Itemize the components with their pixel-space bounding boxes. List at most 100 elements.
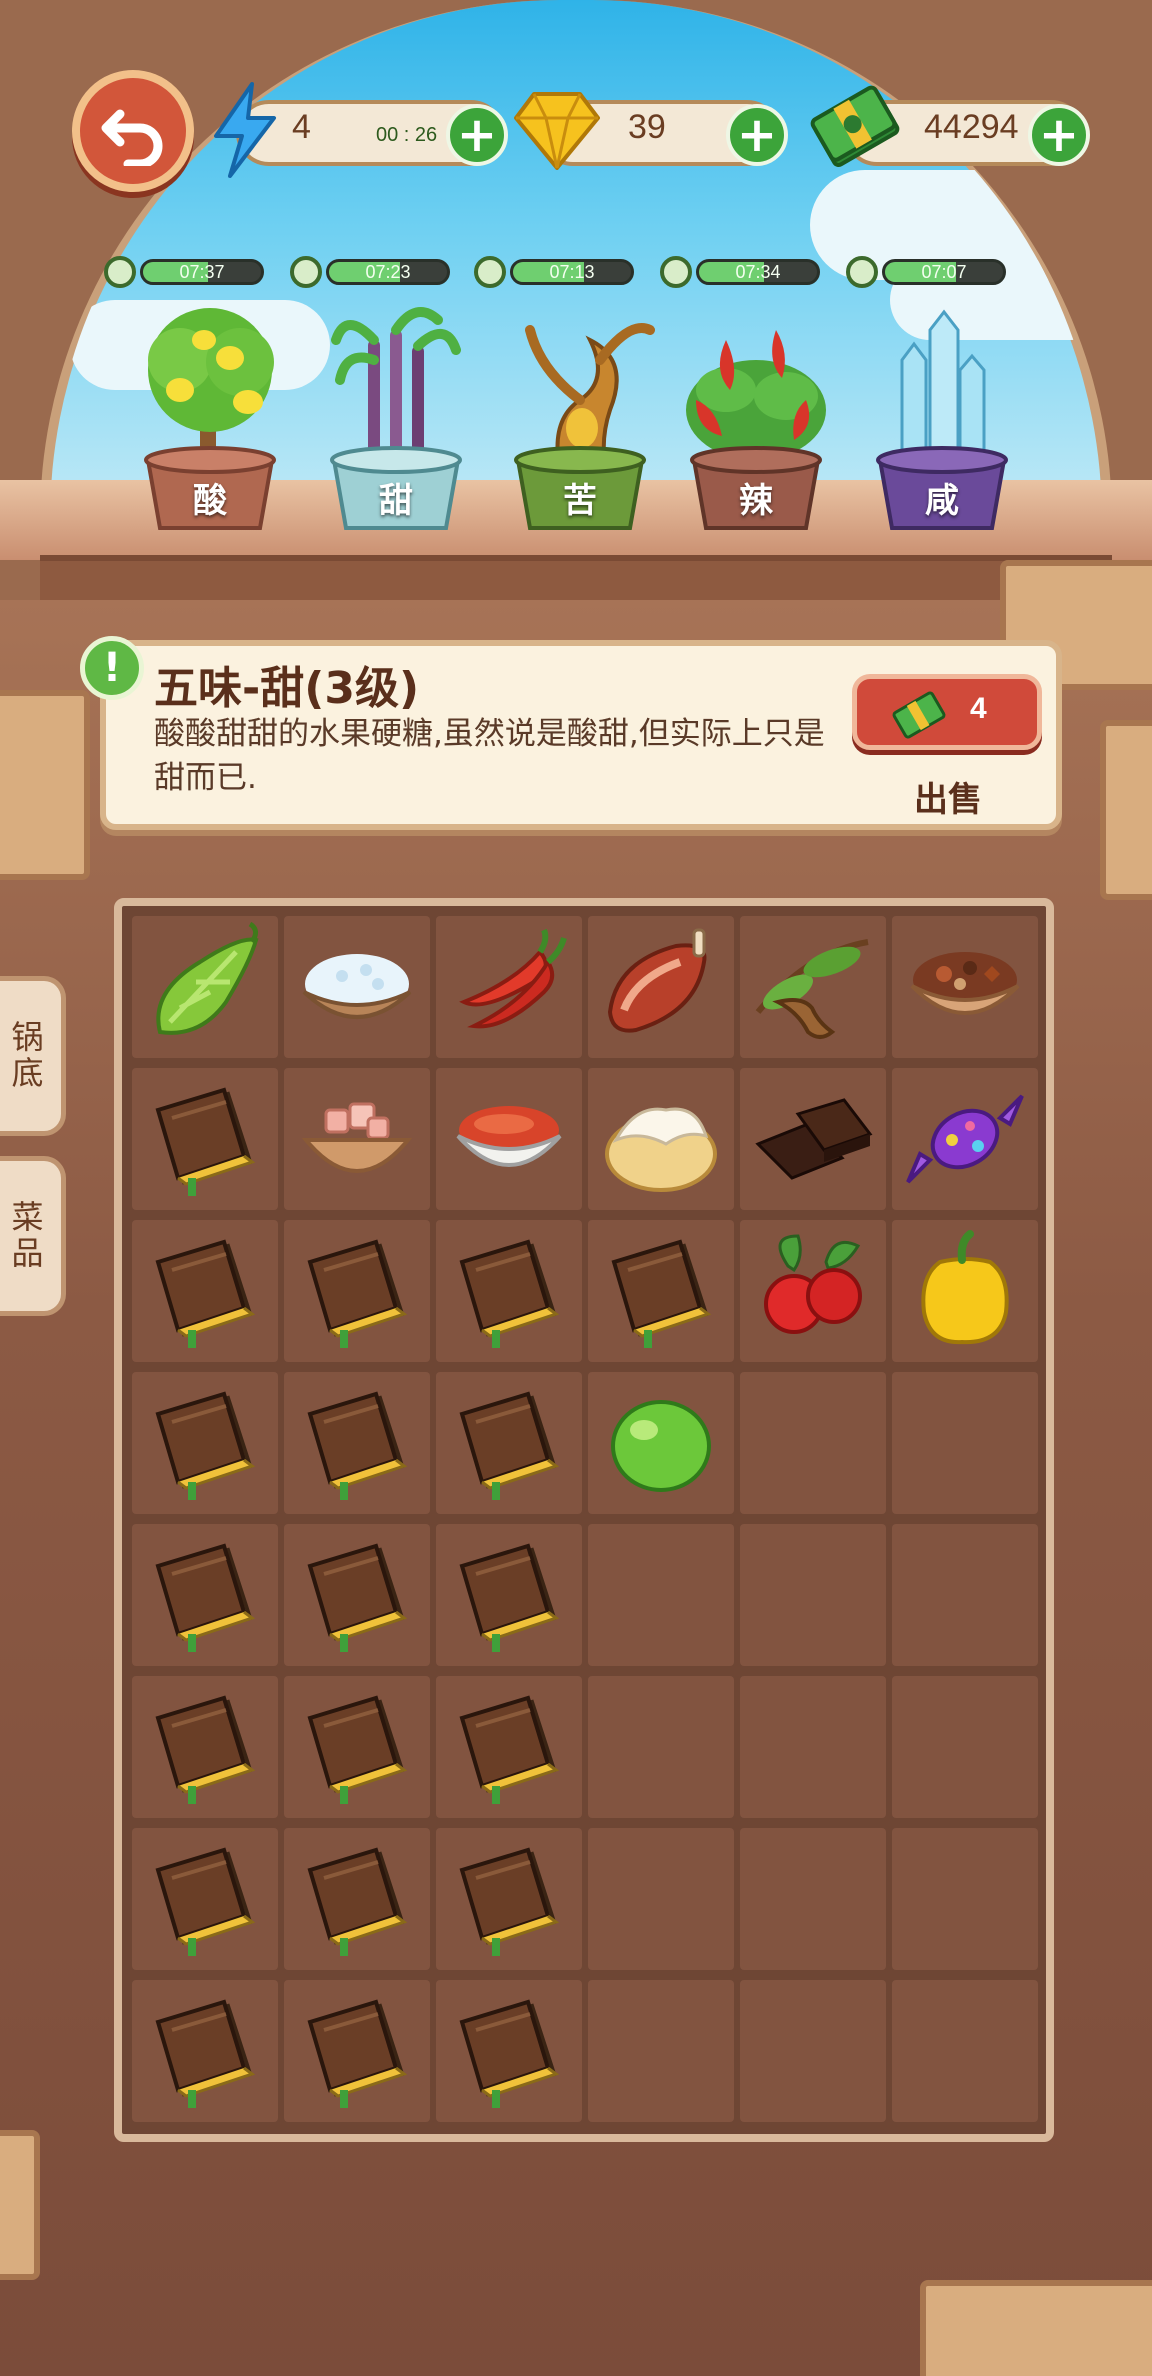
recipe-book-icon [155,1543,256,1652]
add-energy-button[interactable]: + [446,104,508,166]
candy-icon [906,1094,1024,1184]
plant-spicy[interactable]: 辣 [666,300,846,540]
crate [0,2130,40,2280]
inventory-slot[interactable] [284,1372,430,1514]
recipe-book-icon [459,1847,560,1956]
sell-button[interactable] [852,674,1042,750]
plant-sour[interactable]: 酸 [120,300,300,540]
lightning-icon [214,82,276,178]
hawthorn-icon [764,1234,862,1334]
timer-text: 07:23 [365,262,411,282]
inventory-slot[interactable] [740,1676,886,1818]
recipe-book-icon [155,1087,256,1196]
plant-bitter[interactable]: 苦 [490,300,670,540]
inventory-slot[interactable] [436,1372,582,1514]
recipe-book-icon [155,1999,256,2108]
inventory-slot[interactable] [284,1980,430,2122]
inventory-slot[interactable] [436,1220,582,1362]
plant-sweet[interactable]: 甜 [306,300,486,540]
pot-label: 苦 [563,481,597,521]
inventory-slot[interactable] [588,1980,734,2122]
recipe-book-icon [307,1391,408,1500]
inventory-slot[interactable] [436,1524,582,1666]
inventory-slot[interactable] [132,1980,278,2122]
inventory-slot[interactable] [436,1828,582,1970]
clock-icon [660,256,692,288]
clock-icon [104,256,136,288]
inventory-slot[interactable] [132,1828,278,1970]
pot-label: 酸 [193,481,227,521]
inventory-slot[interactable] [588,1220,734,1362]
bitter-melon-icon [156,922,259,1035]
tamarind-icon [755,939,869,1039]
item-description: 酸酸甜甜的水果硬糖,虽然说是酸甜,但实际上只是甜而已. [154,716,825,796]
inventory-slot[interactable] [740,1980,886,2122]
inventory-slot[interactable] [588,1524,734,1666]
inventory-slot[interactable] [284,916,430,1058]
inventory-slot[interactable] [436,1980,582,2122]
ham-icon [607,928,707,1033]
gem-icon [514,92,600,170]
energy-timer: 00 : 26 [376,124,438,146]
chili-powder-icon [456,1106,562,1167]
energy-value: 4 [292,108,311,146]
inventory-slot[interactable] [436,1068,582,1210]
recipe-book-icon [459,1543,560,1652]
back-button[interactable] [72,70,194,192]
inventory-slot[interactable] [436,916,582,1058]
inventory-slot[interactable] [892,1524,1038,1666]
inventory-slot[interactable] [132,1220,278,1362]
cream-puff-icon [605,1107,717,1192]
inventory-slot[interactable] [284,1220,430,1362]
inventory-slot[interactable] [740,1220,886,1362]
clock-icon [290,256,322,288]
inventory-slot[interactable] [740,1068,886,1210]
recipe-book-icon [307,1543,408,1652]
inventory-slot[interactable] [588,1372,734,1514]
inventory-slot[interactable] [284,1068,430,1210]
recipe-book-icon [155,1695,256,1804]
add-gems-button[interactable]: + [726,104,788,166]
pot-label: 辣 [739,481,773,521]
inventory-slot[interactable] [588,1068,734,1210]
inventory-slot[interactable] [740,916,886,1058]
inventory-slot[interactable] [892,1372,1038,1514]
clock-icon [474,256,506,288]
chili-pepper-icon [459,928,567,1029]
recipe-book-icon [307,1695,408,1804]
inventory-slot[interactable] [892,1828,1038,1970]
timer-text: 07:37 [179,262,225,282]
inventory-slot[interactable] [740,1372,886,1514]
cash-value: 44294 [924,108,1019,146]
inventory-slot[interactable] [588,1676,734,1818]
add-cash-button[interactable]: + [1028,104,1090,166]
timer-text: 07:07 [921,262,967,282]
inventory-slot[interactable] [284,1524,430,1666]
tab-soup-base[interactable]: 锅底 [0,976,66,1136]
inventory-slot[interactable] [588,1828,734,1970]
item-title: 五味-甜(3级) [154,663,420,714]
recipe-book-icon [611,1239,712,1348]
inventory-slot[interactable] [892,1980,1038,2122]
inventory-slot[interactable] [284,1676,430,1818]
inventory-slot[interactable] [892,916,1038,1058]
inventory-slot[interactable] [892,1068,1038,1210]
recipe-book-icon [459,1239,560,1348]
inventory-slot[interactable] [740,1828,886,1970]
inventory-slot[interactable] [436,1676,582,1818]
clock-icon [846,256,878,288]
inventory-slot[interactable] [284,1828,430,1970]
inventory-slot[interactable] [740,1524,886,1666]
recipe-book-icon [307,1847,408,1956]
inventory-slot[interactable] [892,1220,1038,1362]
inventory-slot[interactable] [132,1524,278,1666]
inventory-slot[interactable] [132,916,278,1058]
inventory-slot[interactable] [892,1676,1038,1818]
tab-dishes[interactable]: 菜品 [0,1156,66,1316]
bell-pepper-icon [921,1230,1009,1345]
inventory-slot[interactable] [132,1068,278,1210]
inventory-slot[interactable] [588,916,734,1058]
plant-salty[interactable]: 咸 [852,300,1032,540]
inventory-slot[interactable] [132,1372,278,1514]
inventory-slot[interactable] [132,1676,278,1818]
